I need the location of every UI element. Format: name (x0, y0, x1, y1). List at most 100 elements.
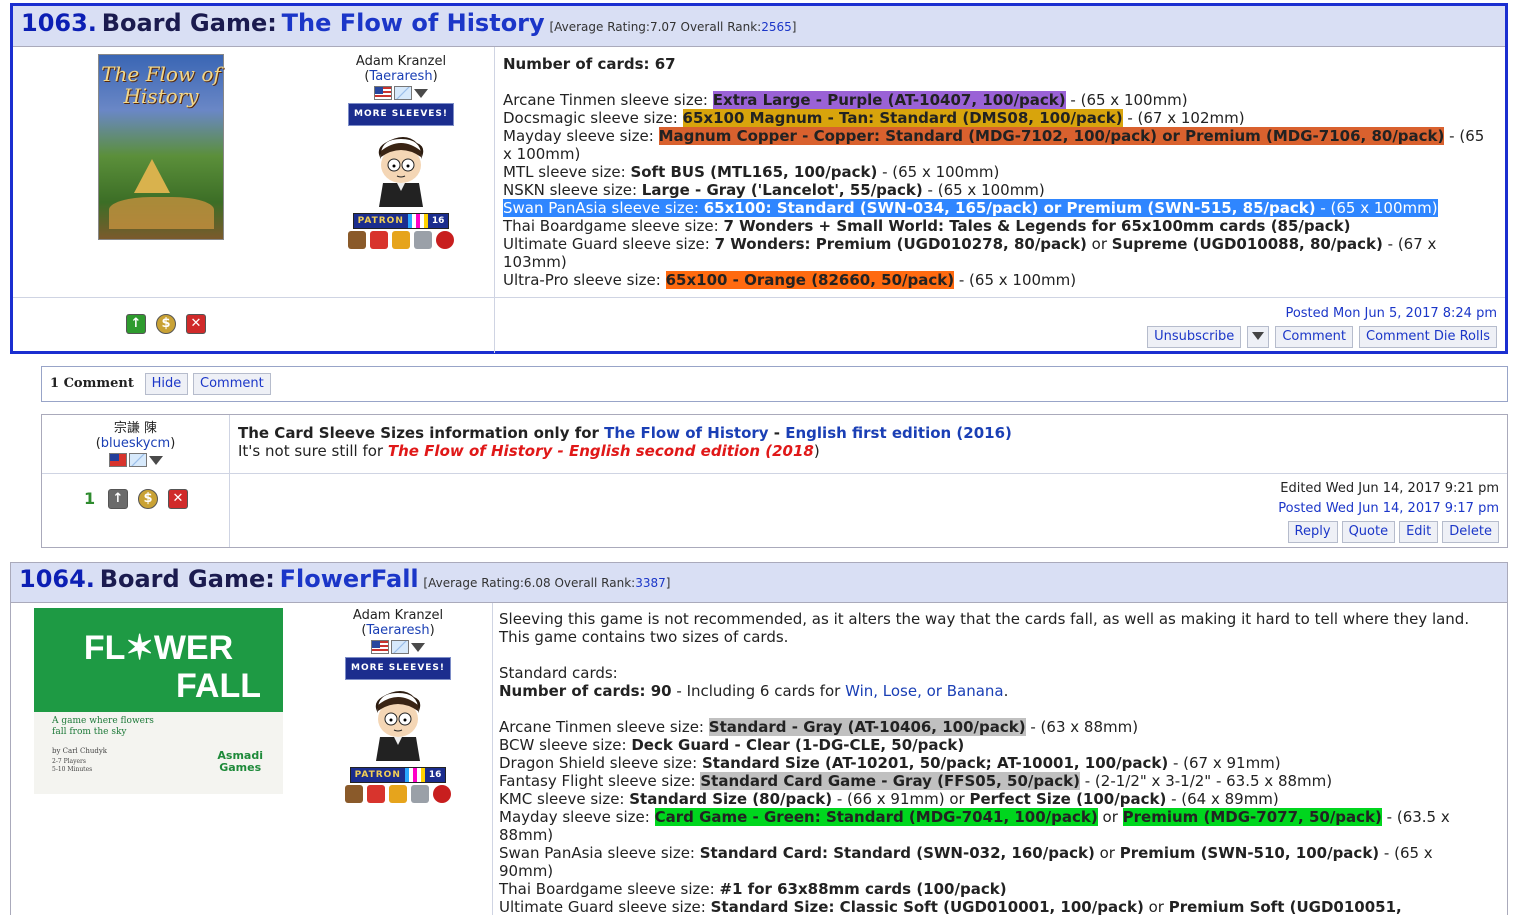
user-handle-link[interactable]: Taeraresh (366, 623, 429, 638)
sleeve-line-wrap: 103mm) (503, 253, 567, 271)
user-card: Adam Kranzel (Taeraresh) MORE SLEEVES! P… (333, 608, 463, 803)
dog-badge-icon (345, 785, 363, 803)
cover-players: 2-7 Players 5-10 Minutes (52, 758, 93, 773)
hide-comments-button[interactable]: Hide (144, 373, 189, 395)
avatar[interactable] (358, 685, 438, 761)
post-body: Number of cards: 67 Arcane Tinmen sleeve… (495, 47, 1505, 297)
post-number: 1064. (19, 565, 95, 593)
rank-link[interactable]: 3387 (635, 576, 666, 590)
mail-icon[interactable] (128, 453, 147, 467)
rank-link[interactable]: 2565 (761, 20, 792, 34)
tw-flag-icon (108, 453, 127, 467)
chevron-down-icon (1252, 332, 1265, 340)
game-title-link[interactable]: FlowerFall (280, 565, 419, 593)
comment-user-column: 宗謙 陳 (blueskycm) 1 ↑ $ ✕ (42, 415, 230, 547)
post-title-bar: 1063. Board Game: The Flow of History [A… (13, 6, 1505, 47)
sleeve-line: Thai Boardgame sleeve size: #1 for 63x88… (499, 880, 1007, 898)
divider (13, 297, 1505, 298)
comment-count: 1 Comment (50, 376, 134, 391)
close-icon[interactable]: ✕ (168, 489, 188, 509)
game-title-link[interactable]: The Flow of History (282, 9, 545, 37)
cover-tagline: A game where flowers fall from the sky (52, 716, 154, 737)
comment-line-1: The Card Sleeve Sizes information only f… (238, 424, 1012, 442)
game-meta: [Average Rating:7.07 Overall Rank:2565] (549, 20, 797, 34)
add-comment-button[interactable]: Comment (193, 373, 271, 395)
sleeve-line: Ultimate Guard sleeve size: Standard Siz… (499, 898, 1402, 915)
mail-icon[interactable] (391, 640, 409, 654)
sleeve-line: Mayday sleeve size: Magnum Copper - Copp… (503, 127, 1485, 145)
comment-user-name: 宗謙 陳 (113, 421, 158, 436)
us-flag-icon (371, 640, 389, 654)
post-kind: Board Game: (101, 9, 277, 37)
dropdown-button[interactable] (1247, 326, 1270, 348)
edit-button[interactable]: Edit (1399, 521, 1439, 543)
sleeve-line-wrap: 90mm) (499, 862, 554, 880)
edition-link[interactable]: English first edition (2016) (785, 424, 1012, 442)
coin-icon[interactable]: $ (156, 314, 176, 334)
sleeve-line: BCW sleeve size: Deck Guard - Clear (1-D… (499, 736, 965, 754)
road-shape (109, 197, 214, 229)
posted-date: Posted Wed Jun 14, 2017 9:17 pm (1278, 501, 1499, 516)
chevron-down-icon[interactable] (411, 643, 425, 652)
comment-die-rolls-button[interactable]: Comment Die Rolls (1359, 326, 1497, 348)
more-sleeves-badge[interactable]: MORE SLEEVES! (344, 657, 452, 680)
post-body: Sleeving this game is not recommended, a… (493, 603, 1507, 915)
comment-button[interactable]: Comment (1275, 326, 1354, 348)
quote-button[interactable]: Quote (1341, 521, 1396, 543)
sleeve-line: Arcane Tinmen sleeve size: Standard - Gr… (499, 718, 1139, 736)
delete-button[interactable]: Delete (1442, 521, 1499, 543)
unsubscribe-button[interactable]: Unsubscribe (1147, 326, 1242, 348)
post-left-column: The Flow of History Adam Kranzel (Taerar… (13, 47, 495, 353)
number-of-cards: Number of cards: 90 - Including 6 cards … (499, 682, 1009, 700)
sleeve-line: NSKN sleeve size: Large - Gray ('Lancelo… (503, 181, 1045, 199)
intro-line: This game contains two sizes of cards. (499, 628, 789, 646)
post-1064: 1064. Board Game: FlowerFall [Average Ra… (10, 562, 1508, 915)
comment-footer: Edited Wed Jun 14, 2017 9:21 pm Posted W… (1278, 480, 1499, 543)
comment-user-handle[interactable]: blueskycm (101, 436, 170, 451)
coin-icon[interactable]: $ (138, 489, 158, 509)
sleeve-line-selected: Swan PanAsia sleeve size: 65x100: Standa… (503, 199, 1438, 217)
sleeve-line: Ultimate Guard sleeve size: 7 Wonders: P… (503, 235, 1437, 253)
chevron-down-icon[interactable] (148, 456, 163, 465)
cover-title-2: FALL (176, 667, 261, 705)
sleeve-line: Ultra-Pro sleeve size: 65x100 - Orange (… (503, 271, 1077, 289)
post-title-bar: 1064. Board Game: FlowerFall [Average Ra… (11, 563, 1507, 603)
comment-actions: 1 ↑ $ ✕ (84, 489, 188, 509)
house-badge-icon (367, 785, 385, 803)
sleeve-line-wrap: 88mm) (499, 826, 554, 844)
patron-badge: PATRON 16 (349, 767, 447, 783)
user-card: Adam Kranzel (Taeraresh) MORE SLEEVES! P… (336, 54, 466, 249)
game-link[interactable]: The Flow of History (604, 424, 768, 442)
game-cover-image[interactable]: FL✶WER FALL A game where flowers fall fr… (34, 608, 283, 794)
close-icon[interactable]: ✕ (186, 314, 206, 334)
pyramid-shape (134, 159, 170, 193)
cover-title: The Flow of History (101, 62, 221, 108)
win-lose-banana-link[interactable]: Win, Lose, or Banana (845, 682, 1004, 700)
sleeve-line: Dragon Shield sleeve size: Standard Size… (499, 754, 1281, 772)
chevron-down-icon[interactable] (414, 89, 428, 98)
thumbs-up-icon[interactable]: ↑ (108, 489, 128, 509)
intro-line: Sleeving this game is not recommended, a… (499, 610, 1470, 628)
cherry-badge-icon (433, 785, 451, 803)
cherry-badge-icon (436, 231, 454, 249)
comments-bar: 1 Comment Hide Comment (41, 366, 1508, 402)
number-of-cards: Number of cards: 67 (503, 55, 676, 73)
post-number: 1063. (21, 9, 97, 37)
more-sleeves-badge[interactable]: MORE SLEEVES! (347, 103, 455, 126)
standard-cards-heading: Standard cards: (499, 664, 618, 682)
user-handle-link[interactable]: Taeraresh (369, 69, 432, 84)
sleeve-line: Thai Boardgame sleeve size: 7 Wonders + … (503, 217, 1351, 235)
sleeve-line: Swan PanAsia sleeve size: Standard Card:… (499, 844, 1433, 862)
post-kind: Board Game: (99, 565, 275, 593)
user-name: Adam Kranzel (355, 54, 447, 69)
posted-date: Posted Mon Jun 5, 2017 8:24 pm (1285, 306, 1497, 321)
post-actions: ↑ $ ✕ (126, 314, 206, 334)
post-footer: Posted Mon Jun 5, 2017 8:24 pm Unsubscri… (1147, 305, 1497, 348)
thumbs-up-icon[interactable]: ↑ (126, 314, 146, 334)
mail-icon[interactable] (394, 86, 412, 100)
avatar[interactable] (361, 131, 441, 207)
house-badge-icon (370, 231, 388, 249)
comment-user: 宗謙 陳 (blueskycm) (42, 415, 229, 467)
reply-button[interactable]: Reply (1287, 521, 1338, 543)
game-cover-image[interactable]: The Flow of History (98, 54, 224, 240)
